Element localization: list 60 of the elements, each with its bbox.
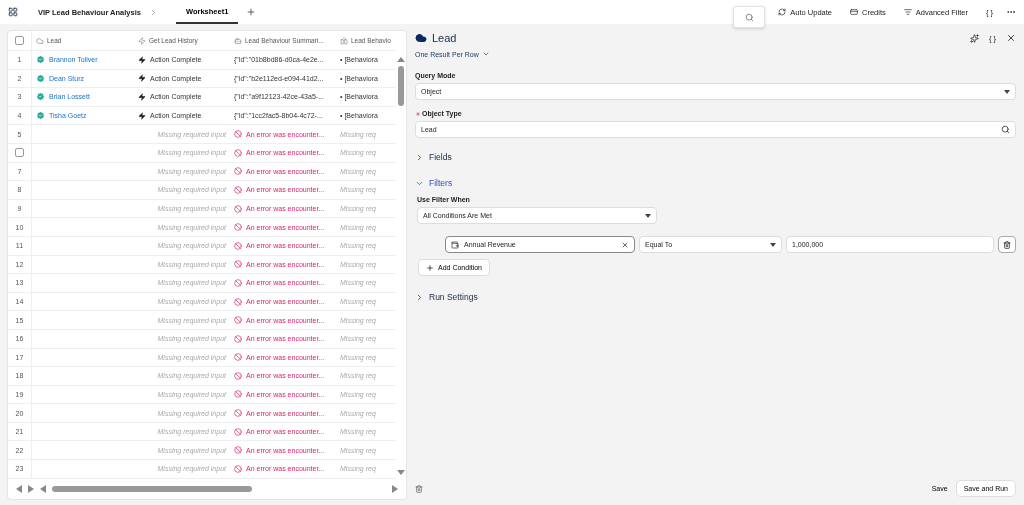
trash-icon[interactable] — [415, 484, 423, 493]
column-icon — [234, 36, 242, 45]
section-header[interactable]: Run Settings — [415, 292, 478, 302]
clear-icon[interactable] — [621, 240, 629, 249]
column-icon — [138, 36, 146, 45]
error-icon — [234, 130, 242, 139]
error-icon — [234, 260, 242, 269]
error-icon — [234, 446, 242, 455]
error-icon — [234, 297, 242, 306]
panel-title: Lead — [432, 32, 457, 44]
section-header[interactable]: Fields — [415, 152, 452, 162]
app-grid-icon[interactable] — [8, 7, 18, 17]
caret-icon — [770, 242, 776, 247]
error-icon — [234, 371, 242, 380]
caret-icon — [645, 213, 651, 218]
select-all-checkbox[interactable] — [15, 36, 24, 45]
lead-icon — [36, 111, 45, 121]
caret-icon — [1004, 89, 1010, 94]
error-icon — [234, 409, 242, 418]
search-icon — [1001, 125, 1010, 134]
trash-icon — [1003, 240, 1011, 249]
lead-icon — [36, 73, 45, 83]
error-icon — [234, 167, 242, 176]
bolt-icon — [138, 74, 146, 83]
search-icon — [744, 12, 754, 22]
lead-icon — [36, 55, 45, 65]
cloud-icon — [415, 32, 427, 44]
error-icon — [234, 278, 242, 287]
chevron-right-icon — [415, 292, 424, 302]
error-icon — [234, 353, 242, 362]
lead-icon — [36, 92, 45, 102]
column-icon — [340, 36, 348, 45]
bolt-icon — [138, 55, 146, 64]
add-sheet-icon[interactable] — [246, 7, 257, 17]
filter-icon — [903, 8, 912, 16]
error-icon — [234, 464, 242, 473]
error-icon — [234, 316, 242, 325]
chevron-down-icon — [481, 50, 490, 58]
delete-condition-button[interactable] — [998, 236, 1016, 253]
chevron-right-icon — [415, 152, 424, 162]
bolt-icon — [138, 93, 146, 101]
error-icon — [234, 390, 242, 399]
column-icon — [36, 36, 44, 45]
error-icon — [234, 241, 242, 250]
close-icon[interactable] — [1006, 33, 1016, 43]
row-checkbox[interactable] — [15, 148, 24, 158]
error-icon — [234, 204, 242, 213]
error-icon — [234, 334, 242, 343]
sparkle-icon[interactable] — [969, 33, 979, 43]
error-icon — [234, 223, 242, 232]
search-button[interactable] — [733, 6, 766, 28]
currency-icon — [451, 240, 459, 249]
plus-icon — [426, 263, 434, 272]
bolt-icon — [138, 111, 146, 120]
error-icon — [234, 427, 242, 436]
error-icon — [234, 148, 242, 157]
section-header[interactable]: Filters — [415, 178, 453, 188]
error-icon — [234, 185, 242, 194]
refresh-icon — [778, 8, 787, 16]
card-icon — [850, 8, 859, 16]
